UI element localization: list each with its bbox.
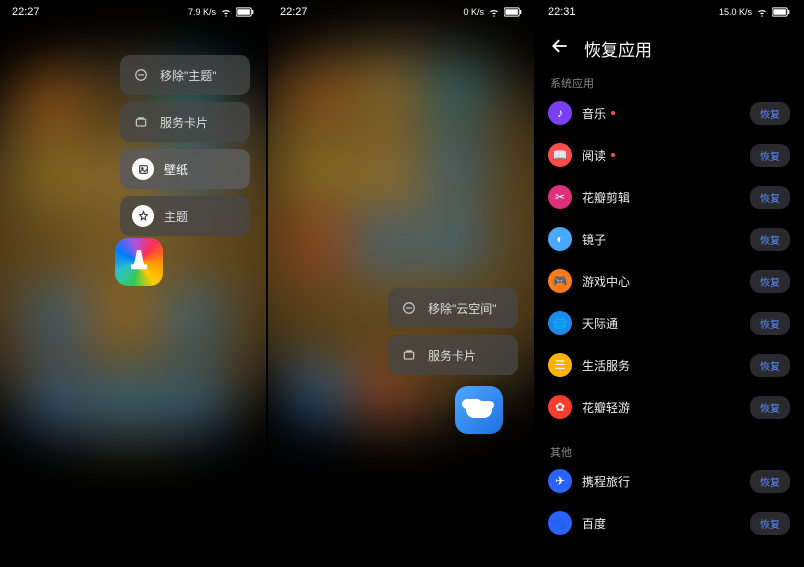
restore-button[interactable]: 恢复 [750, 186, 790, 209]
system-apps-list: ♪音乐恢复📖阅读恢复✂花瓣剪辑恢复◐镜子恢复🎮游戏中心恢复🌐天际通恢复☰生活服务… [548, 92, 790, 428]
app-label: 携程旅行 [582, 473, 740, 490]
app-row: ◐ 镜子恢复 [548, 218, 790, 260]
restore-button[interactable]: 恢复 [750, 396, 790, 419]
app-icon: 📖 [548, 143, 572, 167]
status-bar: 22:27 0 K/s [268, 0, 534, 24]
restore-button[interactable]: 恢复 [750, 312, 790, 335]
minus-icon [400, 299, 418, 317]
menu-label: 移除"主题" [160, 67, 217, 84]
screenshot-panel-2: 22:27 0 K/s 移除"云空间" 服务卡片 [268, 0, 534, 567]
wallpaper-icon [132, 158, 154, 180]
menu-label: 服务卡片 [428, 347, 476, 364]
app-icon: 🎮 [548, 269, 572, 293]
card-icon [132, 113, 150, 131]
wifi-icon [756, 6, 768, 18]
card-icon [400, 346, 418, 364]
badge-dot [611, 111, 615, 115]
minus-icon [132, 66, 150, 84]
app-row: ✈ 携程旅行恢复 [548, 460, 790, 502]
status-net-speed: 0 K/s [463, 7, 484, 17]
status-time: 22:31 [548, 6, 576, 18]
app-row: 🐾 百度恢复 [548, 502, 790, 544]
menu-item-service-card[interactable]: 服务卡片 [388, 335, 518, 375]
menu-item-wallpaper[interactable]: 壁纸 [120, 149, 250, 189]
app-row: ♪ 音乐恢复 [548, 92, 790, 134]
menu-label: 移除"云空间" [428, 300, 497, 317]
status-net-speed: 15.0 K/s [719, 7, 752, 17]
restore-button[interactable]: 恢复 [750, 102, 790, 125]
restore-button[interactable]: 恢复 [750, 270, 790, 293]
battery-icon [504, 7, 522, 17]
battery-icon [772, 7, 790, 17]
status-time: 22:27 [280, 6, 308, 18]
app-icon: ✂ [548, 185, 572, 209]
menu-label: 主题 [164, 208, 188, 225]
header: 恢复应用 [536, 28, 802, 68]
theme-icon [132, 205, 154, 227]
app-label: 天际通 [582, 315, 740, 332]
restore-button[interactable]: 恢复 [750, 470, 790, 493]
app-label: 镜子 [582, 231, 740, 248]
app-icon: ♪ [548, 101, 572, 125]
page-title: 恢复应用 [584, 36, 652, 61]
app-icon: 🐾 [548, 511, 572, 535]
app-row: 🎮 游戏中心恢复 [548, 260, 790, 302]
app-icon: ☰ [548, 353, 572, 377]
app-themes[interactable] [115, 238, 163, 286]
blurred-home-background [268, 0, 534, 567]
app-row: ✂ 花瓣剪辑恢复 [548, 176, 790, 218]
wifi-icon [488, 6, 500, 18]
menu-label: 壁纸 [164, 161, 188, 178]
app-row: ☰ 生活服务恢复 [548, 344, 790, 386]
badge-dot [611, 153, 615, 157]
screenshot-panel-3: 22:31 15.0 K/s 恢复应用 系统应用 ♪音乐恢复📖阅读恢复✂花瓣剪辑… [536, 0, 802, 567]
app-icon: ✿ [548, 395, 572, 419]
app-row: ✿ 花瓣轻游恢复 [548, 386, 790, 428]
app-label: 花瓣剪辑 [582, 189, 740, 206]
wifi-icon [220, 6, 232, 18]
menu-item-remove[interactable]: 移除"主题" [120, 55, 250, 95]
menu-item-theme[interactable]: 主题 [120, 196, 250, 236]
section-title-other: 其他 [550, 444, 572, 460]
battery-icon [236, 7, 254, 17]
context-menu: 移除"主题" 服务卡片 壁纸 主题 [120, 55, 250, 236]
app-row: 🌐 天际通恢复 [548, 302, 790, 344]
back-button[interactable] [550, 36, 570, 61]
screenshot-panel-1: 22:27 7.9 K/s 移除"主题" 服务卡片 壁纸 主题 [0, 0, 266, 567]
restore-button[interactable]: 恢复 [750, 228, 790, 251]
status-bar: 22:27 7.9 K/s [0, 0, 266, 24]
app-label: 生活服务 [582, 357, 740, 374]
other-apps-list: ✈携程旅行恢复🐾百度恢复 [548, 460, 790, 544]
status-bar: 22:31 15.0 K/s [536, 0, 802, 24]
app-icon: ✈ [548, 469, 572, 493]
menu-item-remove[interactable]: 移除"云空间" [388, 288, 518, 328]
restore-button[interactable]: 恢复 [750, 512, 790, 535]
app-label: 阅读 [582, 147, 740, 164]
app-label: 游戏中心 [582, 273, 740, 290]
context-menu: 移除"云空间" 服务卡片 [388, 288, 518, 375]
section-title-system: 系统应用 [550, 75, 594, 91]
status-time: 22:27 [12, 6, 40, 18]
app-icon: 🌐 [548, 311, 572, 335]
app-icon: ◐ [548, 227, 572, 251]
menu-label: 服务卡片 [160, 114, 208, 131]
app-label: 百度 [582, 515, 740, 532]
app-cloud[interactable] [455, 386, 503, 434]
app-row: 📖 阅读恢复 [548, 134, 790, 176]
status-net-speed: 7.9 K/s [188, 7, 216, 17]
app-label: 音乐 [582, 105, 740, 122]
app-label: 花瓣轻游 [582, 399, 740, 416]
restore-button[interactable]: 恢复 [750, 144, 790, 167]
menu-item-service-card[interactable]: 服务卡片 [120, 102, 250, 142]
restore-button[interactable]: 恢复 [750, 354, 790, 377]
